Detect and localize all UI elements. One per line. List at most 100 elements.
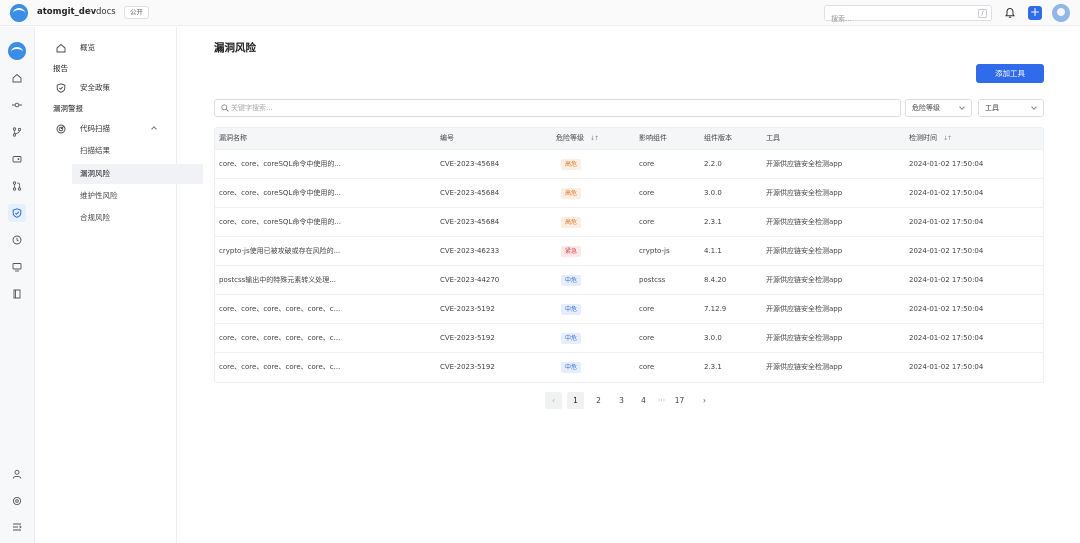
sidebar-group-report: 报告 — [53, 64, 68, 73]
pagination-next-button[interactable]: › — [696, 392, 713, 409]
sort-icon[interactable]: ↓↑ — [590, 128, 599, 149]
chevron-down-icon — [959, 104, 965, 110]
cell-name[interactable]: core、core、core、core、core、c... — [219, 324, 340, 352]
add-tool-button[interactable]: 添加工具 — [976, 64, 1044, 83]
sidebar-item-label: 安全政策 — [80, 83, 110, 92]
column-header-risk[interactable]: 危险等级 ↓↑ — [556, 128, 599, 149]
pagination-page-last[interactable]: 17 — [671, 392, 688, 409]
table-row[interactable]: core、core、core、core、core、c... CVE-2023-51… — [215, 323, 1043, 352]
table-row[interactable]: postcss输出中的特殊元素转义处理... CVE-2023-44270 中危 po… — [215, 265, 1043, 294]
sidebar-subitem-scan-results[interactable]: 扫描结果 — [72, 141, 203, 161]
cell-name[interactable]: postcss输出中的特殊元素转义处理... — [219, 266, 336, 294]
sidebar-subitem-vuln-risk[interactable]: 漏洞风险 — [72, 164, 203, 184]
risk-level-filter[interactable]: 危险等级 — [905, 99, 972, 117]
cell-time: 2024-01-02 17:50:04 — [909, 218, 984, 226]
home-icon[interactable] — [8, 69, 26, 87]
cell-name[interactable]: core、core、coreSQL命令中使用的... — [219, 150, 341, 178]
pagination-prev-button[interactable]: ‹ — [545, 392, 562, 409]
pagination-page-2[interactable]: 2 — [590, 392, 607, 409]
cell-name[interactable]: core、core、core、core、core、c... — [219, 295, 340, 323]
pull-request-icon[interactable] — [8, 177, 26, 195]
table-row[interactable]: core、core、core、core、core、c... CVE-2023-51… — [215, 352, 1043, 381]
cell-time: 2024-01-02 17:50:04 — [909, 276, 984, 284]
pagination-page-4[interactable]: 4 — [635, 392, 652, 409]
cell-tool: 开源供应链安全检测app — [766, 276, 843, 284]
chevron-up-icon[interactable] — [151, 126, 157, 132]
cell-version: 2.2.0 — [704, 160, 722, 168]
top-bar: atomgit_dev > docs 公开 / + — [0, 0, 1080, 26]
pagination-page-1[interactable]: 1 — [567, 392, 584, 409]
table-row[interactable]: core、core、core、core、core、c... CVE-2023-51… — [215, 294, 1043, 323]
risk-badge: 高危 — [561, 158, 582, 170]
global-search-input[interactable] — [825, 12, 965, 26]
cell-name[interactable]: core、core、coreSQL命令中使用的... — [219, 208, 341, 236]
sidebar-subitem-compliance-risk[interactable]: 合规风险 — [72, 208, 203, 228]
cell-name[interactable]: crypto-js使用已被攻破或存在风险的... — [219, 237, 340, 265]
cell-tool: 开源供应链安全检测app — [766, 247, 843, 255]
cell-name[interactable]: core、core、coreSQL命令中使用的... — [219, 179, 341, 207]
cell-component: crypto-js — [639, 247, 670, 255]
table-row[interactable]: core、core、coreSQL命令中使用的... CVE-2023-45684… — [215, 178, 1043, 207]
pagination-ellipsis: ··· — [657, 396, 666, 405]
cell-component: core — [639, 218, 655, 226]
page-title: 漏洞风险 — [214, 42, 256, 54]
keyword-search-input[interactable] — [231, 101, 891, 115]
global-search[interactable]: / — [824, 5, 992, 26]
cell-risk: 中危 — [561, 324, 582, 352]
cell-component: core — [639, 160, 655, 168]
column-header-time[interactable]: 检测时间 ↓↑ — [909, 128, 952, 149]
cell-name[interactable]: core、core、core、core、core、c... — [219, 353, 340, 381]
breadcrumb-repo[interactable]: docs — [96, 7, 116, 17]
visibility-badge: 公开 — [124, 6, 149, 19]
cell-id: CVE-2023-5192 — [440, 305, 495, 313]
cell-tool: 开源供应链安全检测app — [766, 218, 843, 226]
user-icon[interactable] — [8, 465, 26, 483]
security-shield-icon[interactable] — [8, 204, 26, 222]
security-sidebar: 概览 报告 安全政策 漏洞警报 代码扫描 扫描结果 漏洞风险 维护性风险 合规风… — [36, 27, 203, 543]
sidebar-item-security-policy[interactable]: 安全政策 — [44, 78, 168, 98]
create-new-button[interactable]: + — [1028, 6, 1042, 20]
cell-component: core — [639, 363, 655, 371]
settings-gear-icon[interactable] — [8, 492, 26, 510]
table-header: 漏洞名称 编号 危险等级 ↓↑ 影响组件 组件版本 工具 检测时间 ↓↑ — [215, 128, 1043, 149]
cell-id: CVE-2023-5192 — [440, 334, 495, 342]
cell-tool: 开源供应链安全检测app — [766, 160, 843, 168]
cell-time: 2024-01-02 17:50:04 — [909, 305, 984, 313]
book-icon[interactable] — [8, 285, 26, 303]
commit-icon[interactable] — [8, 96, 26, 114]
cell-risk: 高危 — [561, 179, 582, 207]
sidebar-subitem-maintainability-risk[interactable]: 维护性风险 — [72, 186, 203, 206]
sidebar-item-code-scan[interactable]: 代码扫描 — [44, 119, 168, 139]
pagination-page-3[interactable]: 3 — [613, 392, 630, 409]
radar-scan-icon — [56, 124, 66, 134]
table-row[interactable]: crypto-js使用已被攻破或存在风险的... CVE-2023-46233 紧急… — [215, 236, 1043, 265]
cell-tool: 开源供应链安全检测app — [766, 189, 843, 197]
user-avatar[interactable] — [1052, 4, 1070, 22]
cell-id: CVE-2023-5192 — [440, 363, 495, 371]
project-logo-icon[interactable] — [8, 42, 26, 60]
table-row[interactable]: core、core、coreSQL命令中使用的... CVE-2023-45684… — [215, 149, 1043, 178]
sort-icon[interactable]: ↓↑ — [943, 128, 952, 149]
column-header-component: 影响组件 — [639, 134, 667, 142]
branch-icon[interactable] — [8, 123, 26, 141]
cell-risk: 中危 — [561, 295, 582, 323]
collapse-sidebar-icon[interactable] — [8, 518, 26, 536]
risk-badge: 高危 — [561, 187, 582, 199]
cell-version: 2.3.1 — [704, 363, 722, 371]
risk-badge: 高危 — [561, 216, 582, 228]
cell-version: 3.0.0 — [704, 334, 722, 342]
sidebar-item-overview[interactable]: 概览 — [44, 38, 168, 58]
ticket-icon[interactable] — [8, 150, 26, 168]
atomgit-logo-icon[interactable] — [10, 4, 28, 22]
cell-id: CVE-2023-46233 — [440, 247, 500, 255]
shield-icon — [56, 83, 66, 93]
clock-icon[interactable] — [8, 231, 26, 249]
column-header-id: 编号 — [440, 134, 454, 142]
search-icon — [221, 104, 229, 112]
bell-icon[interactable] — [1004, 7, 1016, 19]
tool-filter[interactable]: 工具 — [978, 99, 1044, 117]
cell-version: 8.4.20 — [704, 276, 727, 284]
monitor-icon[interactable] — [8, 258, 26, 276]
table-row[interactable]: core、core、coreSQL命令中使用的... CVE-2023-45684… — [215, 207, 1043, 236]
keyword-search[interactable] — [214, 99, 901, 117]
